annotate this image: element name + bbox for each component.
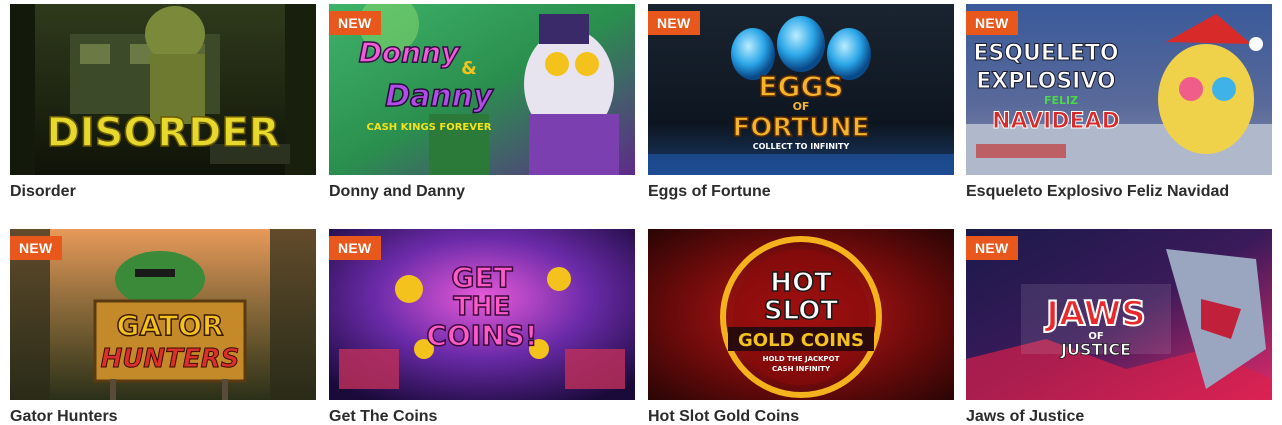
new-badge: NEW <box>966 236 1018 260</box>
art-line: COINS! <box>426 319 537 352</box>
new-badge: NEW <box>329 236 381 260</box>
game-thumbnail[interactable]: DISORDER <box>10 4 316 175</box>
art-line: Donny <box>359 36 461 69</box>
art-line: GATOR <box>117 309 224 342</box>
game-tile-jaws-of-justice[interactable]: JAWS OF JUSTICE NEW Jaws of Justice <box>966 229 1272 425</box>
game-artwork: HOT SLOT GOLD COINS HOLD THE JACKPOT CAS… <box>648 229 954 400</box>
art-line: EXPLOSIVO <box>976 69 1115 94</box>
game-tile-esqueleto-explosivo-feliz-navidad[interactable]: ESQUELETO EXPLOSIVO FELIZ NAVIDEAD NEW E… <box>966 4 1272 201</box>
game-artwork: DISORDER <box>10 4 316 175</box>
game-title[interactable]: Hot Slot Gold Coins <box>648 408 954 425</box>
art-line: COLLECT TO INFINITY <box>753 142 850 151</box>
game-tile-get-the-coins[interactable]: GET THE COINS! NEW Get The Coins <box>329 229 635 425</box>
game-tile-gator-hunters[interactable]: GATOR HUNTERS NEW Gator Hunters <box>10 229 316 425</box>
game-thumbnail[interactable]: HOT SLOT GOLD COINS HOLD THE JACKPOT CAS… <box>648 229 954 400</box>
new-badge: NEW <box>10 236 62 260</box>
game-thumbnail[interactable]: GET THE COINS! NEW <box>329 229 635 400</box>
art-line: GOLD COINS <box>738 330 864 351</box>
art-line: SLOT <box>764 296 838 326</box>
game-thumbnail[interactable]: JAWS OF JUSTICE NEW <box>966 229 1272 400</box>
art-line: DISORDER <box>46 110 279 156</box>
game-title[interactable]: Disorder <box>10 183 316 201</box>
art-line: Danny <box>385 79 494 114</box>
new-badge: NEW <box>966 11 1018 35</box>
game-tile-hot-slot-gold-coins[interactable]: HOT SLOT GOLD COINS HOLD THE JACKPOT CAS… <box>648 229 954 425</box>
art-line: OF <box>793 100 810 113</box>
game-grid: DISORDER Disorder Donny & Danny CASH KIN… <box>0 0 1282 425</box>
art-line: & <box>461 58 477 79</box>
art-line: NAVIDEAD <box>992 109 1120 134</box>
art-line: FELIZ <box>1044 94 1078 107</box>
game-tile-donny-and-danny[interactable]: Donny & Danny CASH KINGS FOREVER NEW Don… <box>329 4 635 201</box>
game-thumbnail[interactable]: ESQUELETO EXPLOSIVO FELIZ NAVIDEAD NEW <box>966 4 1272 175</box>
art-line: ESQUELETO <box>973 41 1118 66</box>
game-thumbnail[interactable]: Donny & Danny CASH KINGS FOREVER NEW <box>329 4 635 175</box>
art-line: HOT <box>770 268 832 298</box>
art-line: EGGS <box>758 70 843 103</box>
game-title[interactable]: Jaws of Justice <box>966 408 1272 425</box>
new-badge: NEW <box>648 11 700 35</box>
art-line: CASH INFINITY <box>772 365 831 373</box>
game-title[interactable]: Eggs of Fortune <box>648 183 954 201</box>
art-line: HOLD THE JACKPOT <box>763 355 840 363</box>
art-line: JAWS <box>1044 294 1145 334</box>
game-title[interactable]: Donny and Danny <box>329 183 635 201</box>
game-thumbnail[interactable]: EGGS OF FORTUNE COLLECT TO INFINITY NEW <box>648 4 954 175</box>
game-thumbnail[interactable]: GATOR HUNTERS NEW <box>10 229 316 400</box>
game-tile-disorder[interactable]: DISORDER Disorder <box>10 4 316 201</box>
game-title[interactable]: Gator Hunters <box>10 408 316 425</box>
game-title[interactable]: Esqueleto Explosivo Feliz Navidad <box>966 183 1272 201</box>
game-title[interactable]: Get The Coins <box>329 408 635 425</box>
art-line: GET <box>451 261 512 294</box>
art-line: CASH KINGS FOREVER <box>367 122 492 133</box>
art-line: HUNTERS <box>101 344 240 374</box>
new-badge: NEW <box>329 11 381 35</box>
art-line: JUSTICE <box>1060 340 1131 359</box>
game-tile-eggs-of-fortune[interactable]: EGGS OF FORTUNE COLLECT TO INFINITY NEW … <box>648 4 954 201</box>
art-line: THE <box>453 292 510 322</box>
art-line: FORTUNE <box>732 113 869 143</box>
